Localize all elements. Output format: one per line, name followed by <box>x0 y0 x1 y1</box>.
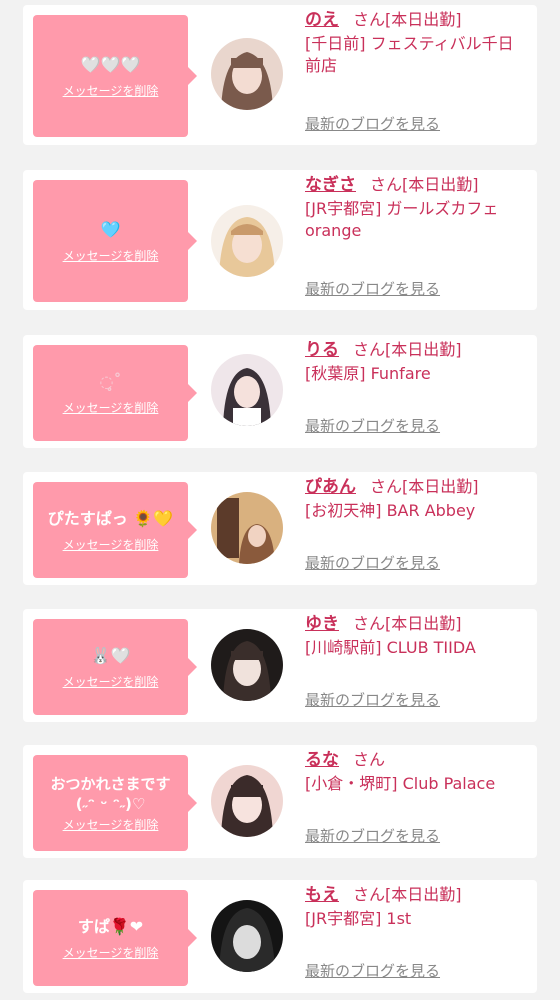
message-text: 🐰🤍 <box>90 645 131 665</box>
delete-message-link[interactable]: メッセージを削除 <box>63 816 159 833</box>
avatar[interactable] <box>211 765 283 837</box>
profile-photo-icon <box>211 765 283 837</box>
avatar[interactable] <box>211 38 283 110</box>
latest-blog-link[interactable]: 最新のブログを見る <box>305 278 440 299</box>
honorific-label: さん <box>353 750 386 769</box>
profile-photo-icon <box>211 900 283 972</box>
message-bubble: ぴたすぱっ 🌻💛 メッセージを削除 <box>33 482 197 578</box>
honorific-label: さん <box>353 614 386 633</box>
status-label: [本日出勤] <box>385 10 462 29</box>
message-card: 🤍🤍🤍 メッセージを削除 のえ さん[本日出勤] [千日前] フェスティバル千日前… <box>23 5 537 145</box>
profile-photo-icon <box>211 38 283 110</box>
avatar[interactable] <box>211 205 283 277</box>
cast-name-link[interactable]: なぎさ <box>305 175 356 195</box>
message-bubble: おつかれさまです (˶ᵔ ᵕ ᵔ˶)♡ メッセージを削除 <box>33 755 197 851</box>
message-bubble: 🤍🤍🤍 メッセージを削除 <box>33 15 197 137</box>
message-list: 🤍🤍🤍 メッセージを削除 のえ さん[本日出勤] [千日前] フェスティバル千日前… <box>0 0 560 1000</box>
latest-blog-link[interactable]: 最新のブログを見る <box>305 960 440 981</box>
cast-name-link[interactable]: りる <box>305 340 339 360</box>
message-card: おつかれさまです (˶ᵔ ᵕ ᵔ˶)♡ メッセージを削除 るな さん [小倉・堺町… <box>23 745 537 858</box>
profile-photo-icon <box>211 354 283 426</box>
cast-name-link[interactable]: ゆき <box>305 614 339 634</box>
avatar[interactable] <box>211 629 283 701</box>
message-text: すぱ🌹❤ <box>77 916 144 936</box>
shop-label: [お初天神] BAR Abbey <box>305 501 476 520</box>
shop-label: [川崎駅前] CLUB TIIDA <box>305 638 476 657</box>
message-bubble: 🩵 メッセージを削除 <box>33 180 197 302</box>
message-text: おつかれさまです (˶ᵔ ᵕ ᵔ˶)♡ <box>50 774 171 813</box>
delete-message-link[interactable]: メッセージを削除 <box>63 399 159 416</box>
status-label: [本日出勤] <box>402 175 479 194</box>
cast-info: りる さん[本日出勤] [秋葉原] Funfare <box>305 339 529 385</box>
profile-photo-icon <box>211 205 283 277</box>
shop-label: [秋葉原] Funfare <box>305 364 431 383</box>
status-label: [本日出勤] <box>385 614 462 633</box>
cast-name-link[interactable]: るな <box>305 750 339 770</box>
message-card: 🩵 メッセージを削除 なぎさ さん[本日出勤] [JR宇都宮] ガールズカフェ o… <box>23 170 537 310</box>
delete-message-link[interactable]: メッセージを削除 <box>63 536 159 553</box>
honorific-label: さん <box>353 340 386 359</box>
delete-message-link[interactable]: メッセージを削除 <box>63 247 159 264</box>
cast-name-link[interactable]: ぴあん <box>305 477 356 497</box>
status-label: [本日出勤] <box>402 477 479 496</box>
honorific-label: さん <box>353 885 386 904</box>
message-bubble: すぱ🌹❤ メッセージを削除 <box>33 890 197 986</box>
delete-message-link[interactable]: メッセージを削除 <box>63 82 159 99</box>
cast-info: なぎさ さん[本日出勤] [JR宇都宮] ガールズカフェ orange <box>305 174 529 242</box>
shop-label: [JR宇都宮] ガールズカフェ orange <box>305 199 499 240</box>
cast-info: るな さん [小倉・堺町] Club Palace <box>305 749 529 795</box>
latest-blog-link[interactable]: 最新のブログを見る <box>305 825 440 846</box>
latest-blog-link[interactable]: 最新のブログを見る <box>305 113 440 134</box>
shop-label: [千日前] フェスティバル千日前店 <box>305 34 514 75</box>
honorific-label: さん <box>370 477 403 496</box>
message-text: 🩵 <box>100 219 121 239</box>
honorific-label: さん <box>370 175 403 194</box>
status-label: [本日出勤] <box>385 340 462 359</box>
cast-info: もえ さん[本日出勤] [JR宇都宮] 1st <box>305 884 529 930</box>
avatar[interactable] <box>211 492 283 564</box>
status-label: [本日出勤] <box>385 885 462 904</box>
latest-blog-link[interactable]: 最新のブログを見る <box>305 552 440 573</box>
cast-name-link[interactable]: のえ <box>305 10 339 30</box>
avatar[interactable] <box>211 900 283 972</box>
cast-name-link[interactable]: もえ <box>305 885 339 905</box>
message-card: すぱ🌹❤ メッセージを削除 もえ さん[本日出勤] [JR宇都宮] 1st 最新の… <box>23 880 537 993</box>
delete-message-link[interactable]: メッセージを削除 <box>63 944 159 961</box>
cast-info: ぴあん さん[本日出勤] [お初天神] BAR Abbey <box>305 476 529 522</box>
profile-photo-icon <box>211 629 283 701</box>
message-text: 🤍🤍🤍 <box>80 54 141 74</box>
cast-info: ゆき さん[本日出勤] [川崎駅前] CLUB TIIDA <box>305 613 529 659</box>
message-bubble: ◌̥˚ メッセージを削除 <box>33 345 197 441</box>
message-card: ◌̥˚ メッセージを削除 りる さん[本日出勤] [秋葉原] Funfare 最新… <box>23 335 537 448</box>
message-text: ◌̥˚ <box>99 371 122 391</box>
honorific-label: さん <box>353 10 386 29</box>
message-card: ぴたすぱっ 🌻💛 メッセージを削除 ぴあん さん[本日出勤] [お初天神] BAR… <box>23 472 537 585</box>
shop-label: [小倉・堺町] Club Palace <box>305 774 496 793</box>
avatar[interactable] <box>211 354 283 426</box>
delete-message-link[interactable]: メッセージを削除 <box>63 673 159 690</box>
latest-blog-link[interactable]: 最新のブログを見る <box>305 689 440 710</box>
shop-label: [JR宇都宮] 1st <box>305 909 412 928</box>
message-bubble: 🐰🤍 メッセージを削除 <box>33 619 197 715</box>
message-text: ぴたすぱっ 🌻💛 <box>47 508 174 528</box>
profile-photo-icon <box>211 492 283 564</box>
message-card: 🐰🤍 メッセージを削除 ゆき さん[本日出勤] [川崎駅前] CLUB TIIDA… <box>23 609 537 722</box>
latest-blog-link[interactable]: 最新のブログを見る <box>305 415 440 436</box>
cast-info: のえ さん[本日出勤] [千日前] フェスティバル千日前店 <box>305 9 529 77</box>
